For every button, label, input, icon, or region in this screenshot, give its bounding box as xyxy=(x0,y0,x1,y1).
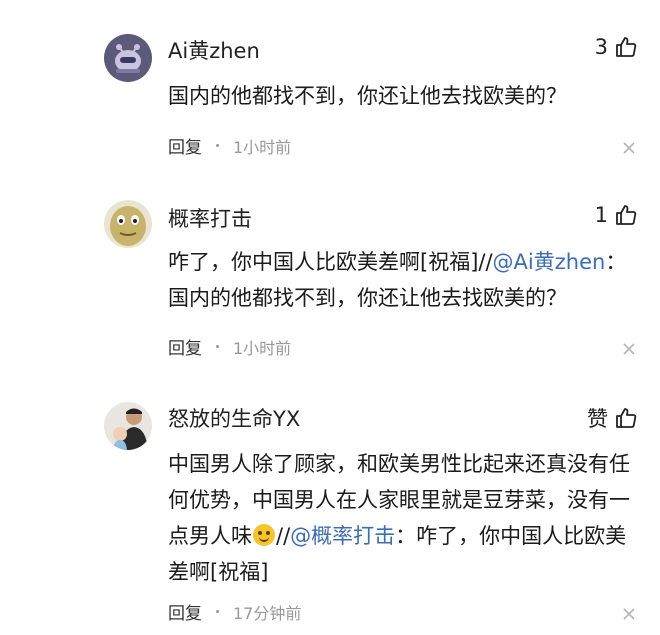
like-label: 赞 xyxy=(587,407,608,431)
comment-text-before: 咋了，你中国人比欧美差啊[祝福]// xyxy=(168,250,493,274)
reply-button[interactable]: 回复 xyxy=(168,599,202,624)
timestamp: 1小时前 xyxy=(233,137,292,157)
comment-meta: 回复 1小时前 xyxy=(168,334,292,360)
avatar-photo-icon xyxy=(104,402,152,450)
close-icon[interactable] xyxy=(622,342,636,356)
like-count: 1 xyxy=(594,203,608,227)
like-button[interactable]: 3 xyxy=(595,35,638,59)
avatar[interactable] xyxy=(104,402,152,450)
avatar-face-icon xyxy=(104,200,152,248)
comment-text-separator: // xyxy=(276,524,291,548)
thumbs-up-icon xyxy=(616,37,637,57)
username[interactable]: Ai黄zhen xyxy=(168,35,260,65)
thumbs-up-icon xyxy=(616,205,637,225)
like-button[interactable]: 1 xyxy=(595,203,638,227)
like-count: 3 xyxy=(594,35,608,59)
mention-link[interactable]: @Ai黄zhen xyxy=(493,250,606,274)
comment-meta: 回复 17分钟前 xyxy=(168,599,302,625)
avatar-robot-icon xyxy=(104,34,152,82)
comment-text-content: 国内的他都找不到，你还让他去找欧美的？ xyxy=(168,84,567,108)
avatar[interactable] xyxy=(104,34,152,82)
username[interactable]: 怒放的生命YX xyxy=(168,403,300,433)
laughing-emoji-icon xyxy=(253,524,275,546)
separator-dot xyxy=(216,345,219,348)
mention-link[interactable]: @概率打击 xyxy=(290,524,395,548)
separator-dot xyxy=(216,610,219,613)
timestamp: 17分钟前 xyxy=(233,603,302,623)
like-button[interactable]: 赞 xyxy=(587,403,638,433)
comment-text: 国内的他都找不到，你还让他去找欧美的？ xyxy=(168,78,630,114)
comment-text: 中国男人除了顾家，和欧美男性比起来还真没有任何优势，中国男人在人家眼里就是豆芽菜… xyxy=(168,446,630,590)
comment-meta: 回复 1小时前 xyxy=(168,133,292,159)
username[interactable]: 概率打击 xyxy=(168,203,252,233)
close-icon[interactable] xyxy=(622,141,636,155)
separator-dot xyxy=(216,144,219,147)
avatar[interactable] xyxy=(104,200,152,248)
reply-button[interactable]: 回复 xyxy=(168,133,202,158)
close-icon[interactable] xyxy=(622,607,636,621)
reply-button[interactable]: 回复 xyxy=(168,334,202,359)
timestamp: 1小时前 xyxy=(233,338,292,358)
comment-text: 咋了，你中国人比欧美差啊[祝福]//@Ai黄zhen：国内的他都找不到，你还让他… xyxy=(168,244,630,316)
thumbs-up-icon xyxy=(616,408,637,428)
